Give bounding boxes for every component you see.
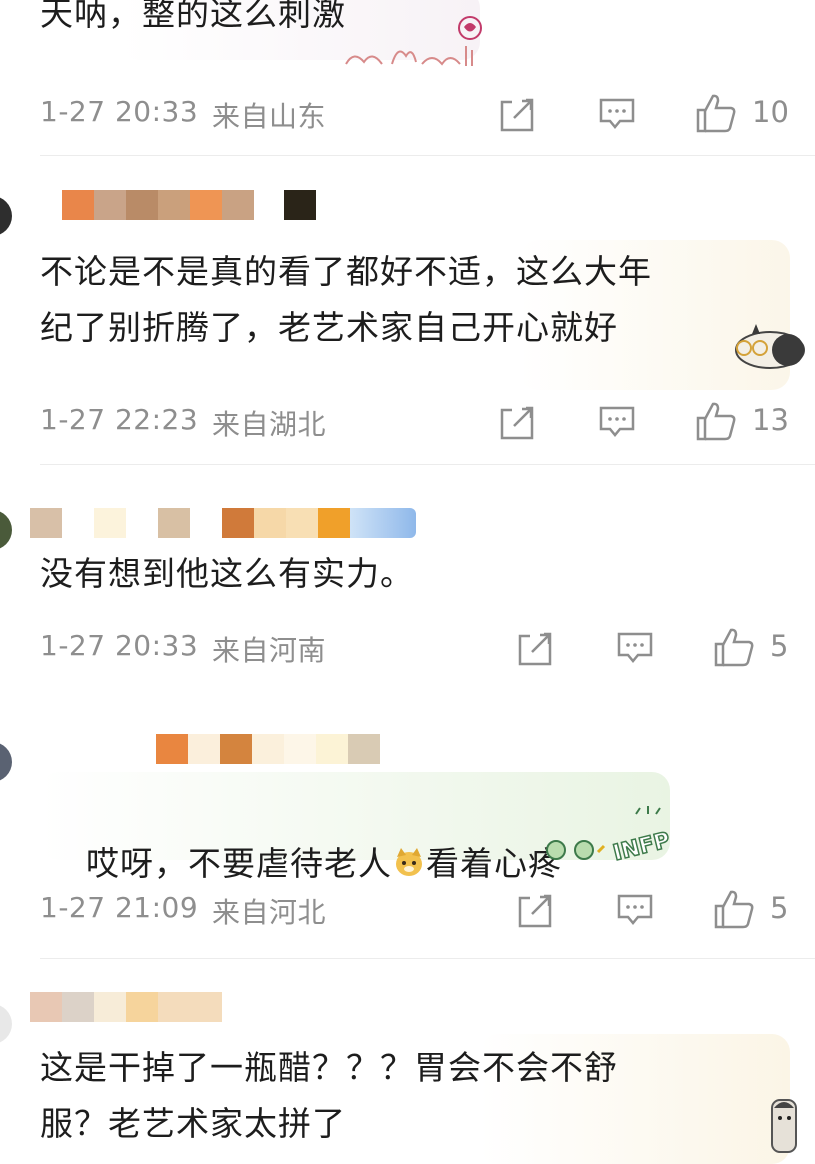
share-icon[interactable] — [498, 96, 536, 132]
comment-item: 天呐，整的这么刺激 1-27 20:33 来自山东 10 — [0, 0, 815, 156]
comment-timestamp: 1-27 20:33 — [40, 95, 199, 128]
infp-sticker: INFP — [540, 804, 690, 872]
comment-timestamp: 1-27 21:09 — [40, 891, 199, 924]
comment-item: 不论是不是真的看了都好不适，这么大年 纪了别折腾了，老艺术家自己开心就好 1-2… — [0, 156, 815, 466]
comment-icon[interactable] — [598, 97, 636, 131]
thumbs-up-icon[interactable] — [695, 400, 737, 442]
heart-hands-sticker — [340, 10, 490, 72]
comment-text: 不论是不是真的看了都好不适，这么大年 纪了别折腾了，老艺术家自己开心就好 — [40, 252, 652, 347]
dog-emoji-icon — [392, 840, 426, 876]
comment-icon[interactable] — [598, 405, 636, 439]
like-count: 5 — [770, 891, 789, 925]
thumbs-up-icon[interactable] — [713, 888, 755, 930]
share-icon[interactable] — [516, 630, 554, 666]
comment-timestamp: 1-27 22:23 — [40, 403, 199, 436]
thumbs-up-icon[interactable] — [713, 626, 755, 668]
username-pixelated[interactable] — [62, 190, 316, 220]
comment-text: 这是干掉了一瓶醋？？？胃会不会不舒 服？老艺术家太拼了 — [40, 1048, 618, 1143]
username-pixelated[interactable] — [30, 992, 222, 1022]
like-count: 10 — [752, 95, 789, 129]
comment-location: 来自山东 — [212, 100, 327, 133]
username-pixelated[interactable] — [30, 508, 416, 538]
username-pixelated[interactable] — [156, 734, 380, 764]
comment-item: 没有想到他这么有实力。 1-27 20:33 来自河南 5 — [0, 466, 815, 696]
avatar[interactable] — [0, 742, 12, 782]
divider — [40, 464, 815, 465]
like-count: 13 — [752, 403, 789, 437]
share-icon[interactable] — [516, 892, 554, 928]
comment-timestamp: 1-27 20:33 — [40, 629, 199, 662]
avatar[interactable] — [0, 510, 12, 550]
comment-text-part: 哎呀，不要虐待老人 — [85, 844, 392, 883]
share-icon[interactable] — [498, 404, 536, 440]
infp-sticker-label: INFP — [611, 828, 673, 866]
comment-location: 来自湖北 — [212, 408, 327, 441]
comment-text: 没有想到他这么有实力。 — [40, 554, 414, 593]
like-count: 5 — [770, 629, 789, 663]
avatar[interactable] — [0, 196, 12, 236]
comment-item: 哎呀，不要虐待老人 看着心疼 INFP 1-27 21:09 来自河北 5 — [0, 696, 815, 959]
character-sticker — [762, 1094, 806, 1158]
thumbs-up-icon[interactable] — [695, 92, 737, 134]
comment-text: 天呐，整的这么刺激 — [40, 0, 346, 33]
comment-location: 来自河北 — [212, 896, 327, 929]
avatar[interactable] — [0, 1004, 12, 1044]
comment-location: 来自河南 — [212, 634, 327, 667]
cat-sticker — [722, 316, 808, 378]
comment-item: 这是干掉了一瓶醋？？？胃会不会不舒 服？老艺术家太拼了 — [0, 958, 815, 1164]
comment-icon[interactable] — [616, 631, 654, 665]
comment-icon[interactable] — [616, 893, 654, 927]
